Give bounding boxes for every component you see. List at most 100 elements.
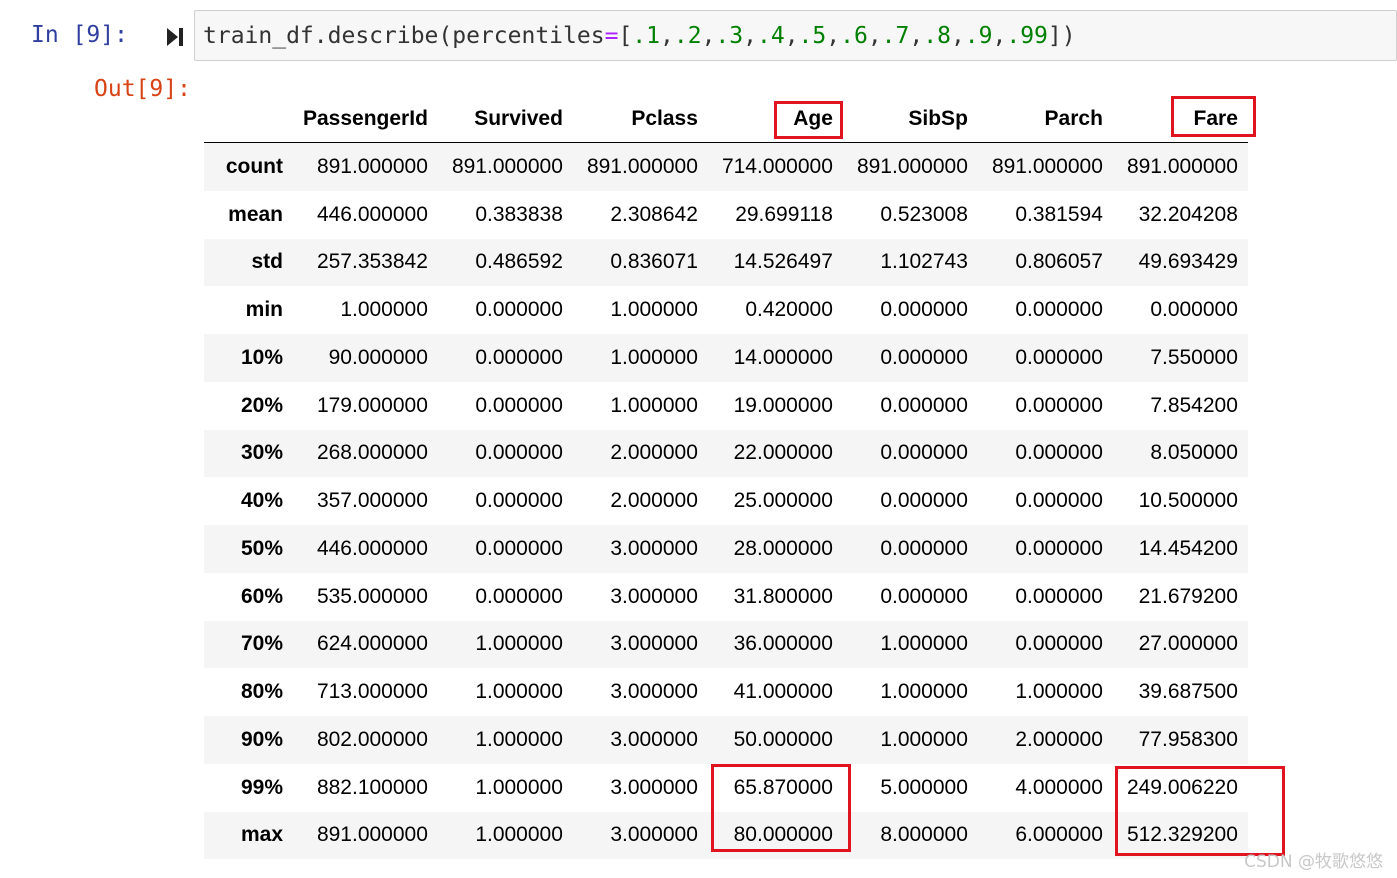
table-cell: 0.000000: [1015, 489, 1103, 513]
code-equals: =: [604, 23, 619, 49]
table-cell: 0.000000: [1015, 536, 1103, 560]
table-row: 70% 624.000000 1.000000 3.000000 36.000000 1.…: [204, 620, 1248, 669]
table-cell: 14.526497: [733, 250, 833, 274]
table-cell: 0.523008: [880, 202, 968, 226]
table-cell: 446.000000: [316, 202, 428, 226]
code-sep: ,: [701, 23, 716, 49]
output-prompt: Out[9]:: [94, 76, 191, 102]
table-cell: 257.353842: [316, 250, 428, 274]
table-cell: 357.000000: [316, 489, 428, 513]
table-cell: 714.000000: [721, 154, 833, 178]
table-row: 80% 713.000000 1.000000 3.000000 41.000000 1.…: [204, 668, 1248, 716]
table-row: 50% 446.000000 0.000000 3.000000 28.000000 0.…: [204, 525, 1248, 573]
code-num: .5: [798, 23, 827, 49]
row-label: max: [240, 823, 283, 847]
table-row: 99% 882.100000 1.000000 3.000000 65.870000 5.…: [204, 764, 1248, 812]
row-label: 40%: [240, 489, 283, 513]
row-label: 80%: [240, 680, 283, 704]
row-label: count: [225, 154, 283, 178]
table-cell: 891.000000: [991, 154, 1103, 178]
table-cell: 0.383838: [475, 202, 563, 226]
code-sep: ,: [784, 23, 799, 49]
table-cell: 41.000000: [733, 680, 833, 704]
table-cell: 0.000000: [1150, 298, 1238, 322]
table-row: mean 446.000000 0.383838 2.308642 29.699118 0…: [204, 191, 1248, 239]
table-cell: 3.000000: [610, 823, 698, 847]
table-cell: 21.679200: [1138, 584, 1238, 608]
row-label: 50%: [240, 536, 283, 560]
table-cell: 713.000000: [316, 680, 428, 704]
table-cell: 0.000000: [880, 584, 968, 608]
table-row: 30% 268.000000 0.000000 2.000000 22.000000 0.…: [204, 429, 1248, 478]
describe-dataframe: PassengerId Survived Pclass Age SibSp Pa…: [204, 95, 1248, 860]
row-label: 30%: [240, 441, 283, 465]
table-cell: 90.000000: [328, 345, 428, 369]
table-cell: 19.000000: [733, 393, 833, 417]
table-cell: 1.000000: [880, 727, 968, 751]
code-sep: ,: [743, 23, 757, 49]
table-cell: 3.000000: [610, 727, 698, 751]
column-header: Parch: [977, 95, 1113, 143]
table-row: 60% 535.000000 0.000000 3.000000 31.800000 0.…: [204, 573, 1248, 621]
table-cell: 0.000000: [475, 393, 563, 417]
table-cell: 80.000000: [733, 823, 833, 847]
table-cell: 882.100000: [316, 775, 428, 799]
table-row: std 257.353842 0.486592 0.836071 14.526497 1.…: [204, 238, 1248, 287]
table-cell: 535.000000: [316, 584, 428, 608]
table-cell: 1.000000: [475, 632, 563, 656]
table-cell: 36.000000: [733, 632, 833, 656]
table-cell: 268.000000: [316, 441, 428, 465]
table-cell: 891.000000: [316, 823, 428, 847]
table-cell: 1.000000: [610, 345, 698, 369]
table-cell: 3.000000: [610, 775, 698, 799]
table-cell: 10.500000: [1138, 489, 1238, 513]
table-cell: 77.958300: [1138, 727, 1238, 751]
table-cell: 1.000000: [475, 680, 563, 704]
table-cell: 891.000000: [586, 154, 698, 178]
table-cell: 0.000000: [475, 489, 563, 513]
code-sep: ,: [950, 23, 965, 49]
table-row: min 1.000000 0.000000 1.000000 0.420000 0.000…: [204, 286, 1248, 334]
table-cell: 4.000000: [1015, 775, 1103, 799]
code-input-area[interactable]: train_df.describe(percentiles=[.1,.2,.3,…: [194, 10, 1397, 61]
index-header: [204, 95, 293, 143]
table-cell: 0.836071: [610, 250, 698, 274]
row-label: 90%: [240, 727, 283, 751]
table-cell: 1.102743: [880, 250, 968, 274]
table-row: 90% 802.000000 1.000000 3.000000 50.000000 1.…: [204, 716, 1248, 764]
code-num: .8: [923, 23, 951, 49]
table-cell: 0.000000: [475, 441, 563, 465]
table-cell: 0.000000: [475, 536, 563, 560]
table-cell: 0.806057: [1015, 250, 1103, 274]
table-cell: 1.000000: [475, 823, 563, 847]
table-cell: 0.420000: [745, 298, 833, 322]
table-cell: 3.000000: [610, 584, 698, 608]
table-cell: 0.000000: [880, 536, 968, 560]
table-cell: 50.000000: [733, 727, 833, 751]
table-cell: 512.329200: [1126, 823, 1238, 847]
table-row: 10% 90.000000 0.000000 1.000000 14.000000 0.0…: [204, 334, 1248, 382]
table-cell: 624.000000: [316, 632, 428, 656]
table-cell: 29.699118: [735, 202, 833, 226]
row-label: std: [251, 250, 284, 274]
table-cell: 14.454200: [1138, 536, 1238, 560]
table-cell: 3.000000: [610, 680, 698, 704]
run-cell-icon[interactable]: [166, 27, 184, 47]
table-cell: 1.000000: [1015, 680, 1103, 704]
input-prompt: In [9]:: [31, 22, 128, 48]
table-cell: 1.000000: [610, 298, 698, 322]
code-call: train_df.describe(percentiles: [203, 23, 605, 49]
table-cell: 3.000000: [610, 536, 698, 560]
code-num: .4: [756, 23, 785, 49]
code-sep: ,: [992, 23, 1007, 49]
table-cell: 249.006220: [1126, 775, 1238, 799]
table-cell: 0.000000: [1015, 584, 1103, 608]
table-cell: 7.854200: [1150, 393, 1238, 417]
code-sep: ,: [826, 23, 841, 49]
table-cell: 2.000000: [610, 489, 698, 513]
code-rbracket: ]): [1047, 23, 1076, 49]
table-cell: 0.000000: [475, 345, 563, 369]
table-row: max 891.000000 1.000000 3.000000 80.000000 8.…: [204, 811, 1248, 860]
code-num: .9: [964, 23, 993, 49]
code-num: .6: [840, 23, 868, 49]
